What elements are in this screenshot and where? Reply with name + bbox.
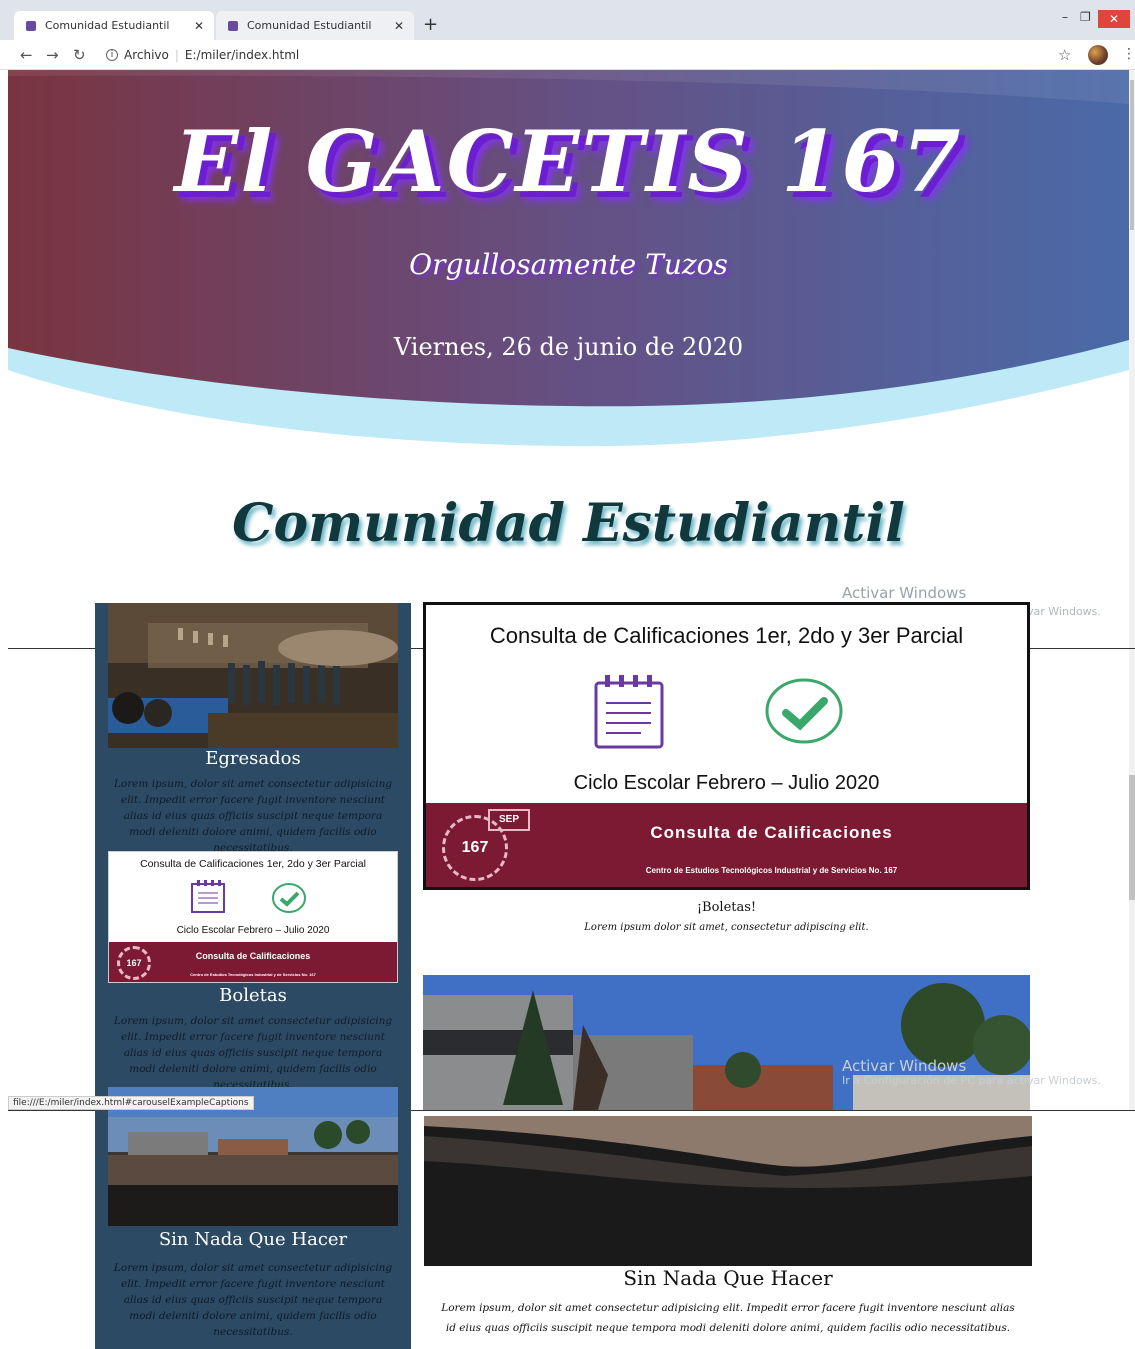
graduation-image [108,603,398,748]
consulta-heading: Consulta de Calificaciones 1er, 2do y 3e… [489,623,964,648]
back-icon[interactable]: ← [20,46,33,64]
forward-icon[interactable]: → [46,46,59,64]
watermark-title: Activar Windows [842,1057,967,1075]
url-text: E:/miler/index.html [184,48,300,62]
tab-comunidad-2[interactable]: Comunidad Estudiantil ✕ [216,11,414,40]
slide-caption-boletas: ¡Boletas! [696,900,757,915]
close-icon[interactable]: ✕ [394,19,404,33]
watermark-subtitle: Ir a Configuración de PC para activar Wi… [842,1074,1101,1087]
consulta-banner[interactable]: Consulta de Calificaciones 1er, 2do y 3e… [423,602,1030,890]
schoolyard-slide-top[interactable] [423,975,1030,1110]
info-icon[interactable]: i [106,49,118,61]
menu-kebab-icon[interactable]: ⋮ [1122,46,1135,62]
card-text-egresados: Lorem ipsum, dolor sit amet consectetur … [113,778,393,854]
consulta-band-title: Consulta de Calificaciones [650,823,893,842]
bookmark-star-icon[interactable]: ☆ [1058,46,1071,64]
minimize-icon[interactable]: – [1062,10,1068,24]
site-title: El GACETIS 167 [174,112,963,211]
scrollbar-thumb-lower[interactable] [1129,775,1135,900]
security-label: Archivo [124,48,169,62]
favicon-icon [228,20,238,31]
notebook-icon [594,675,664,749]
card-title-sin-nada: Sin Nada Que Hacer [158,1229,348,1250]
card-title-egresados: Egresados [205,748,301,769]
favicon-icon [26,20,36,31]
consulta-cycle: Ciclo Escolar Febrero – Julio 2020 [573,772,880,794]
divider: | [174,48,179,62]
card-text-boletas: Lorem ipsum, dolor sit amet consectetur … [113,1015,393,1091]
new-tab-icon[interactable]: + [423,14,438,35]
header-date: Viernes, 26 de junio de 2020 [393,333,744,361]
notebook-icon [191,880,225,913]
site-subtitle: Orgullosamente Tuzos [409,248,728,281]
consulta-band-title-small: Consulta de Calificaciones [195,951,311,961]
consulta-thumbnail[interactable]: Consulta de Calificaciones 1er, 2do y 3e… [108,851,398,983]
window-close-icon[interactable]: ✕ [1098,10,1130,28]
schoolyard-image [423,975,1030,1110]
restore-icon[interactable]: ❐ [1080,10,1091,24]
consulta-band: 167 SEP Consulta de Calificaciones Centr… [426,803,1027,887]
card-title-boletas: Boletas [219,985,287,1006]
watermark-title: Activar Windows [842,584,967,602]
tab-comunidad-1[interactable]: Comunidad Estudiantil ✕ [14,11,214,40]
checkmark-icon [765,678,843,744]
card-text-sin-nada: Lorem ipsum, dolor sit amet consectetur … [113,1262,393,1338]
tab-label: Comunidad Estudiantil [247,19,372,32]
slide-text-sin-nada: Lorem ipsum, dolor sit amet consectetur … [441,1302,1015,1334]
slide-caption-sin-nada: Sin Nada Que Hacer [623,1266,833,1290]
consulta-cycle-small: Ciclo Escolar Febrero – Julio 2020 [176,925,330,936]
section-title: Comunidad Estudiantil [232,493,905,554]
checkmark-icon [272,883,306,913]
tab-label: Comunidad Estudiantil [45,19,170,32]
reload-icon[interactable]: ↻ [73,46,86,64]
consulta-band-subtitle: Centro de Estudios Tecnológicos Industri… [645,866,898,875]
graduation-photo[interactable] [108,603,398,748]
scrollbar[interactable] [1129,70,1135,1110]
url-field[interactable]: i Archivo | E:/miler/index.html [106,48,299,62]
consulta-band-small: 167 Consulta de Calificaciones Centro de… [109,942,397,982]
consulta-band-sub-small: Centro de Estudios Tecnológicos Industri… [190,972,316,977]
ground-image [424,1116,1032,1266]
avatar[interactable] [1088,45,1108,65]
close-icon[interactable]: ✕ [194,19,204,33]
scrollbar-thumb[interactable] [1130,80,1134,230]
status-url: file:///E:/miler/index.html#carouselExam… [8,1096,254,1110]
sidebar-panel: Egresados Lorem ipsum, dolor sit amet co… [95,603,411,1349]
schoolyard-slide-bottom[interactable] [424,1116,1032,1266]
consulta-heading-small: Consulta de Calificaciones 1er, 2do y 3e… [140,858,366,870]
slide-text-boletas: Lorem ipsum dolor sit amet, consectetur … [584,922,869,933]
